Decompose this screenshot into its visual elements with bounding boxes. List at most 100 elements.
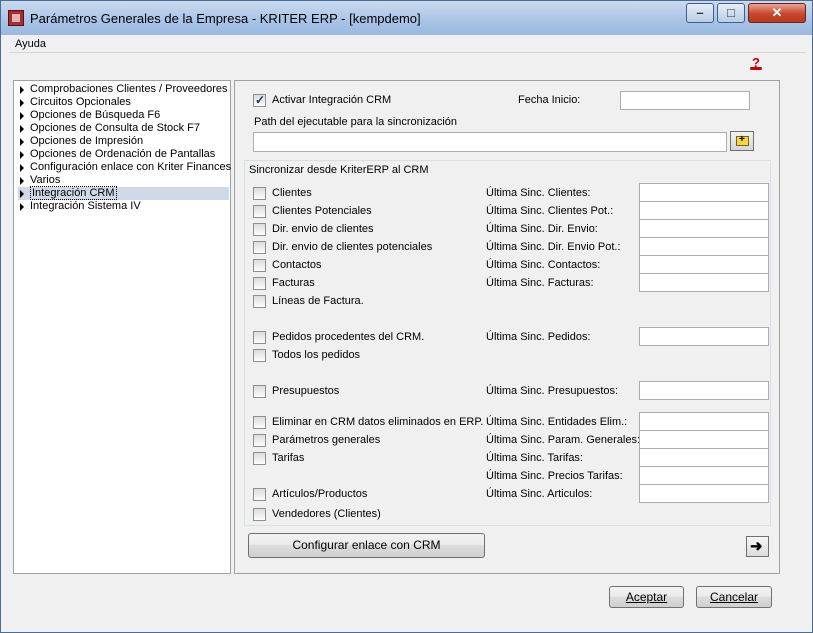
parametros-generales-checkbox[interactable]	[253, 434, 266, 447]
ultima-sinc-presupuestos-label: Última Sinc. Presupuestos:	[486, 385, 619, 397]
pedidos-crm-label: Pedidos procedentes del CRM.	[272, 331, 425, 343]
browse-folder-button[interactable]	[730, 131, 754, 151]
lineas-factura-checkbox[interactable]	[253, 295, 266, 308]
tree-item-integracion-crm[interactable]: Integración CRM	[18, 186, 229, 200]
expand-arrow-icon[interactable]	[20, 86, 24, 94]
ultima-sinc-dir-envio-label: Última Sinc. Dir. Envio:	[486, 223, 598, 235]
expand-arrow-icon[interactable]	[20, 151, 24, 159]
ultima-sinc-clientes-pot-field[interactable]	[639, 201, 769, 220]
clientes-potenciales-label: Clientes Potenciales	[272, 205, 372, 217]
parametros-generales-label: Parámetros generales	[272, 434, 381, 446]
contactos-checkbox[interactable]	[253, 259, 266, 272]
ultima-sinc-contactos-label: Última Sinc. Contactos:	[486, 259, 601, 271]
dir-envio-clientes-pot-checkbox[interactable]	[253, 241, 266, 254]
maximize-button[interactable]: □	[717, 3, 745, 23]
expand-arrow-icon[interactable]	[20, 125, 24, 133]
configure-crm-button[interactable]: Configurar enlace con CRM	[248, 533, 485, 558]
clientes-checkbox[interactable]	[253, 187, 266, 200]
ultima-sinc-dir-envio-field[interactable]	[639, 219, 769, 238]
sync-group-title: Sincronizar desde KriterERP al CRM	[249, 164, 429, 176]
folder-icon	[736, 134, 749, 146]
ultima-sinc-clientes-pot-label: Última Sinc. Clientes Pot.:	[486, 205, 614, 217]
minimize-icon: –	[696, 5, 704, 20]
menu-bar: Ayuda	[9, 36, 806, 53]
ultima-sinc-entidades-elim-label: Última Sinc. Entidades Elim.:	[486, 416, 628, 428]
title-bar[interactable]: Parámetros Generales de la Empresa - KRI…	[1, 1, 812, 35]
lineas-factura-label: Líneas de Factura.	[272, 295, 364, 307]
tarifas-label: Tarifas	[272, 452, 305, 464]
ultima-sinc-facturas-label: Última Sinc. Facturas:	[486, 277, 594, 289]
next-button[interactable]: ➜	[746, 536, 769, 557]
ultima-sinc-precios-tarifas-field[interactable]	[639, 466, 769, 485]
presupuestos-checkbox[interactable]	[253, 385, 266, 398]
presupuestos-label: Presupuestos	[272, 385, 340, 397]
eliminar-crm-checkbox[interactable]	[253, 416, 266, 429]
cancel-label: Cancelar	[709, 590, 759, 604]
minimize-button[interactable]: –	[686, 3, 714, 23]
activate-crm-label: Activar Integración CRM	[272, 94, 392, 106]
ultima-sinc-articulos-field[interactable]	[639, 484, 769, 503]
window-title: Parámetros Generales de la Empresa - KRI…	[30, 11, 421, 26]
app-icon	[8, 10, 24, 26]
vendedores-checkbox[interactable]	[253, 508, 266, 521]
expand-arrow-icon[interactable]	[20, 190, 24, 198]
menu-ayuda[interactable]: Ayuda	[15, 38, 46, 50]
tree-item-comprobaciones[interactable]: Comprobaciones Clientes / Proveedores	[18, 83, 228, 96]
ultima-sinc-facturas-field[interactable]	[639, 273, 769, 292]
ultima-sinc-tarifas-field[interactable]	[639, 448, 769, 467]
articulos-productos-label: Artículos/Productos	[272, 488, 368, 500]
pedidos-crm-checkbox[interactable]	[253, 331, 266, 344]
accept-label: Aceptar	[625, 590, 668, 604]
expand-arrow-icon[interactable]	[20, 99, 24, 107]
tree-item-consulta-stock[interactable]: Opciones de Consulta de Stock F7	[18, 122, 200, 135]
dir-envio-clientes-label: Dir. envio de clientes	[272, 223, 374, 235]
ultima-sinc-pedidos-field[interactable]	[639, 327, 769, 346]
accept-button[interactable]: Aceptar	[609, 586, 684, 608]
expand-arrow-icon[interactable]	[20, 164, 24, 172]
ultima-sinc-dir-envio-pot-field[interactable]	[639, 237, 769, 256]
todos-pedidos-checkbox[interactable]	[253, 349, 266, 362]
vendedores-label: Vendedores (Clientes)	[272, 508, 381, 520]
ultima-sinc-clientes-field[interactable]	[639, 183, 769, 202]
ultima-sinc-clientes-label: Última Sinc. Clientes:	[486, 187, 591, 199]
ultima-sinc-contactos-field[interactable]	[639, 255, 769, 274]
facturas-checkbox[interactable]	[253, 277, 266, 290]
todos-pedidos-label: Todos los pedidos	[272, 349, 361, 361]
tree-item-busqueda[interactable]: Opciones de Búsqueda F6	[18, 109, 160, 122]
ultima-sinc-param-generales-field[interactable]	[639, 430, 769, 449]
close-button[interactable]: ✕	[748, 3, 806, 23]
expand-arrow-icon[interactable]	[20, 138, 24, 146]
expand-arrow-icon[interactable]	[20, 112, 24, 120]
tree-item-impresion[interactable]: Opciones de Impresión	[18, 135, 143, 148]
path-field[interactable]	[253, 132, 727, 152]
arrow-right-icon: ➜	[750, 538, 763, 555]
close-icon: ✕	[771, 5, 783, 20]
tree-item-kriter-finances[interactable]: Configuración enlace con Kriter Finances	[18, 161, 231, 174]
ultima-sinc-presupuestos-field[interactable]	[639, 381, 769, 400]
cancel-button[interactable]: Cancelar	[696, 586, 772, 608]
tarifas-checkbox[interactable]	[253, 452, 266, 465]
maximize-icon: □	[727, 5, 735, 20]
tree-item-ordenacion[interactable]: Opciones de Ordenación de Pantallas	[18, 148, 215, 161]
ultima-sinc-articulos-label: Última Sinc. Articulos:	[486, 488, 593, 500]
clientes-label: Clientes	[272, 187, 312, 199]
ultima-sinc-param-generales-label: Última Sinc. Param. Generales:	[486, 434, 641, 446]
articulos-productos-checkbox[interactable]	[253, 488, 266, 501]
dir-envio-clientes-pot-label: Dir. envio de clientes potenciales	[272, 241, 433, 253]
dir-envio-clientes-checkbox[interactable]	[253, 223, 266, 236]
tree-item-circuitos[interactable]: Circuitos Opcionales	[18, 96, 131, 109]
help-icon[interactable]	[750, 55, 764, 71]
activate-crm-checkbox[interactable]	[253, 93, 266, 107]
options-tree: Comprobaciones Clientes / Proveedores Ci…	[13, 80, 231, 574]
ultima-sinc-tarifas-label: Última Sinc. Tarifas:	[486, 452, 583, 464]
clientes-potenciales-checkbox[interactable]	[253, 205, 266, 218]
expand-arrow-icon[interactable]	[20, 203, 24, 211]
ultima-sinc-dir-envio-pot-label: Última Sinc. Dir. Envio Pot.:	[486, 241, 621, 253]
expand-arrow-icon[interactable]	[20, 177, 24, 185]
fecha-inicio-field[interactable]	[620, 91, 750, 110]
ultima-sinc-entidades-elim-field[interactable]	[639, 412, 769, 431]
ultima-sinc-pedidos-label: Última Sinc. Pedidos:	[486, 331, 591, 343]
contactos-label: Contactos	[272, 259, 322, 271]
fecha-inicio-label: Fecha Inicio:	[518, 94, 581, 106]
tree-item-sistema-iv[interactable]: Integración Sistema IV	[18, 200, 141, 213]
